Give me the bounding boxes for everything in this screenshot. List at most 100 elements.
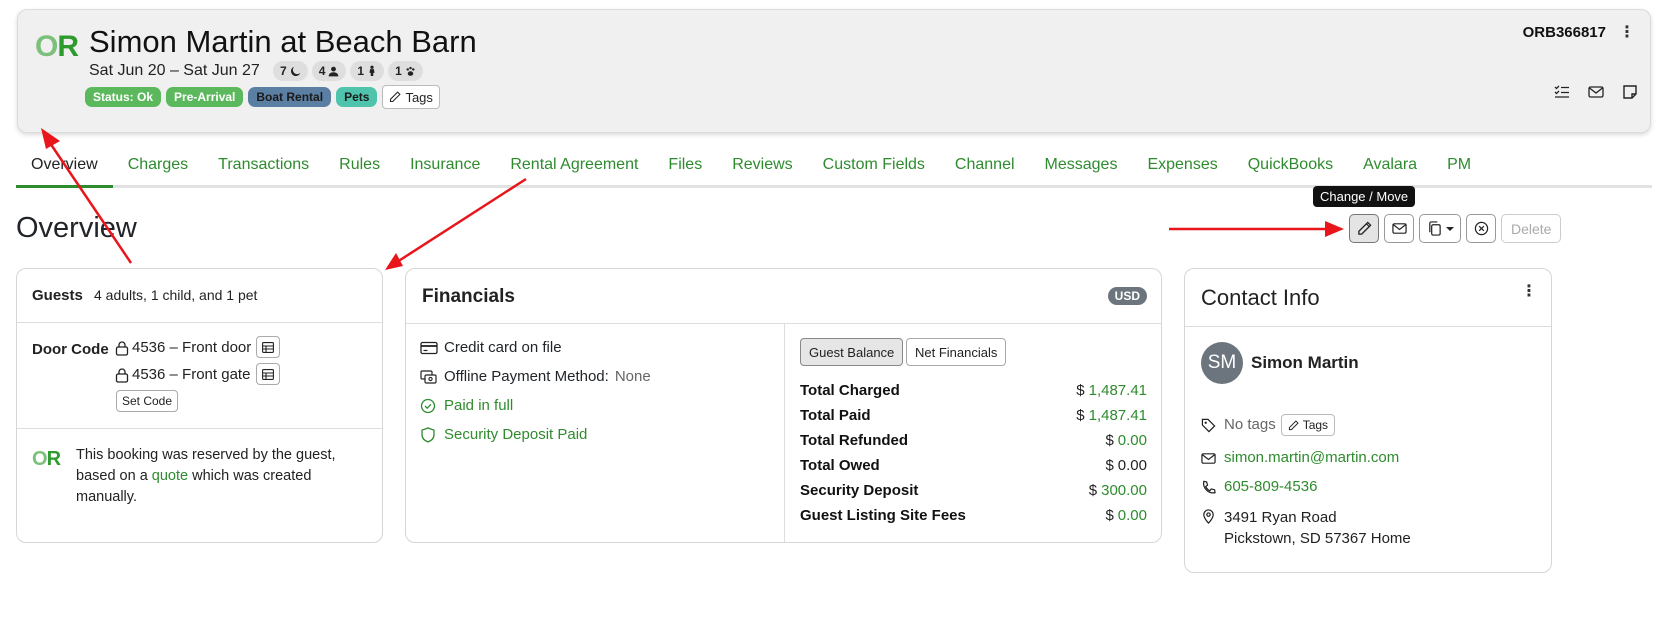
pre-arrival-badge[interactable]: Pre-Arrival — [166, 87, 244, 107]
divider — [17, 428, 382, 429]
contact-email-link[interactable]: simon.martin@martin.com — [1224, 449, 1399, 466]
guest-balance-toggle[interactable]: Guest Balance — [800, 338, 904, 366]
check-circle-icon — [420, 398, 436, 413]
tab-channel[interactable]: Channel — [940, 148, 1030, 188]
tab-overview[interactable]: Overview — [16, 148, 113, 188]
financials-title: Financials — [422, 286, 515, 307]
checklist-icon[interactable] — [1554, 84, 1570, 100]
reservation-note: This booking was reserved by the guest, … — [76, 447, 336, 505]
note-icon[interactable] — [1622, 84, 1638, 100]
stay-summary-pills: 7 4 1 1 — [273, 61, 423, 81]
total-value: $0.00 — [1105, 432, 1147, 449]
total-value: $0.00 — [1105, 507, 1147, 524]
paw-icon — [406, 66, 415, 76]
caret-down-icon — [1445, 226, 1454, 231]
envelope-icon[interactable] — [1588, 84, 1604, 100]
edit-contact-tags-button[interactable]: Tags — [1280, 414, 1336, 436]
total-label: Security Deposit — [800, 482, 919, 499]
table-icon — [262, 341, 274, 353]
tab-insurance[interactable]: Insurance — [395, 148, 495, 188]
total-value: $300.00 — [1088, 482, 1147, 499]
total-label: Total Paid — [800, 407, 871, 424]
child-icon — [369, 65, 375, 76]
quote-link[interactable]: quote — [152, 468, 188, 484]
tab-messages[interactable]: Messages — [1030, 148, 1133, 188]
edit-tags-button[interactable]: Tags — [382, 85, 440, 109]
booking-tabs: Overview Charges Transactions Rules Insu… — [16, 148, 1652, 188]
annotation-arrow — [385, 177, 527, 270]
booking-dates: Sat Jun 20 – Sat Jun 27 — [89, 62, 260, 79]
nights-pill: 7 — [273, 61, 308, 81]
booking-badges: Status: Ok Pre-Arrival Boat Rental Pets … — [85, 85, 440, 109]
tab-pm[interactable]: PM — [1432, 148, 1486, 188]
tab-custom-fields[interactable]: Custom Fields — [808, 148, 940, 188]
contact-title: Contact Info — [1201, 285, 1320, 310]
door-code-front-door: 4536 – Front door — [132, 339, 252, 356]
pencil-icon — [1357, 221, 1372, 235]
total-label: Total Owed — [800, 457, 880, 474]
brand-logo: OR — [32, 448, 61, 470]
pencil-icon — [390, 91, 402, 103]
tab-avalara[interactable]: Avalara — [1348, 148, 1432, 188]
boat-rental-badge[interactable]: Boat Rental — [248, 87, 332, 107]
change-move-tooltip: Change / Move — [1313, 186, 1416, 207]
change-move-button[interactable] — [1349, 214, 1379, 243]
tab-expenses[interactable]: Expenses — [1132, 148, 1232, 188]
set-code-button[interactable]: Set Code — [116, 390, 179, 412]
paid-status: Paid in full — [420, 397, 513, 414]
booking-actions: Delete — [1349, 214, 1562, 243]
contact-info-card: Contact Info ⋮ SM Simon Martin No tags T… — [1184, 268, 1552, 573]
net-financials-toggle[interactable]: Net Financials — [906, 338, 1007, 366]
annotation-arrow — [1169, 221, 1344, 237]
booking-code: ORB366817 — [1522, 24, 1606, 41]
code-details-button[interactable] — [256, 336, 280, 358]
contact-tags-row: No tags Tags — [1201, 414, 1336, 436]
tab-rental-agreement[interactable]: Rental Agreement — [495, 148, 653, 188]
credit-card-icon — [420, 341, 438, 354]
divider — [17, 322, 382, 323]
avatar: SM — [1201, 342, 1243, 384]
email-guest-button[interactable] — [1384, 214, 1414, 243]
code-details-button[interactable] — [256, 363, 280, 385]
tab-quickbooks[interactable]: QuickBooks — [1233, 148, 1348, 188]
pets-pill: 1 — [388, 61, 423, 81]
children-pill: 1 — [350, 61, 385, 81]
door-code-label: Door Code — [32, 341, 109, 358]
status-badge[interactable]: Status: Ok — [85, 87, 162, 107]
shield-icon — [421, 426, 435, 443]
total-label: Total Refunded — [800, 432, 909, 449]
door-code-front-gate: 4536 – Front gate — [132, 366, 251, 383]
financials-card: Financials USD Credit card on file Offli… — [405, 268, 1162, 543]
contact-email-row: simon.martin@martin.com — [1201, 449, 1399, 466]
contact-address-row: 3491 Ryan Road Pickstown, SD 57367 Home — [1201, 507, 1411, 549]
header-more-icon[interactable]: ⋮ — [1619, 22, 1635, 42]
tab-rules[interactable]: Rules — [324, 148, 395, 188]
divider — [1185, 326, 1551, 327]
booking-header: OR Simon Martin at Beach Barn Sat Jun 20… — [17, 9, 1651, 133]
tab-transactions[interactable]: Transactions — [203, 148, 324, 188]
contact-name: Simon Martin — [1251, 353, 1359, 372]
copy-dropdown-button[interactable] — [1419, 214, 1461, 243]
tab-files[interactable]: Files — [653, 148, 717, 188]
copy-icon — [1428, 221, 1441, 236]
envelope-icon — [1201, 453, 1216, 464]
moon-icon — [290, 66, 300, 76]
page-title: Overview — [16, 212, 137, 244]
table-icon — [262, 368, 274, 380]
contact-phone-row: 605-809-4536 — [1201, 478, 1317, 495]
cancel-booking-button[interactable] — [1466, 214, 1496, 243]
tab-charges[interactable]: Charges — [113, 148, 203, 188]
delete-button[interactable]: Delete — [1501, 214, 1562, 243]
total-label: Guest Listing Site Fees — [800, 507, 966, 524]
pencil-icon — [1288, 419, 1299, 430]
total-value: $1,487.41 — [1076, 382, 1147, 399]
envelope-icon — [1391, 223, 1407, 234]
pets-badge[interactable]: Pets — [336, 87, 378, 107]
total-value: $0.00 — [1105, 457, 1147, 474]
tab-reviews[interactable]: Reviews — [717, 148, 807, 188]
lock-icon — [115, 368, 129, 383]
contact-more-icon[interactable]: ⋮ — [1521, 281, 1537, 301]
contact-phone-link[interactable]: 605-809-4536 — [1224, 478, 1317, 495]
currency-badge: USD — [1107, 287, 1147, 305]
map-pin-icon — [1203, 509, 1214, 524]
